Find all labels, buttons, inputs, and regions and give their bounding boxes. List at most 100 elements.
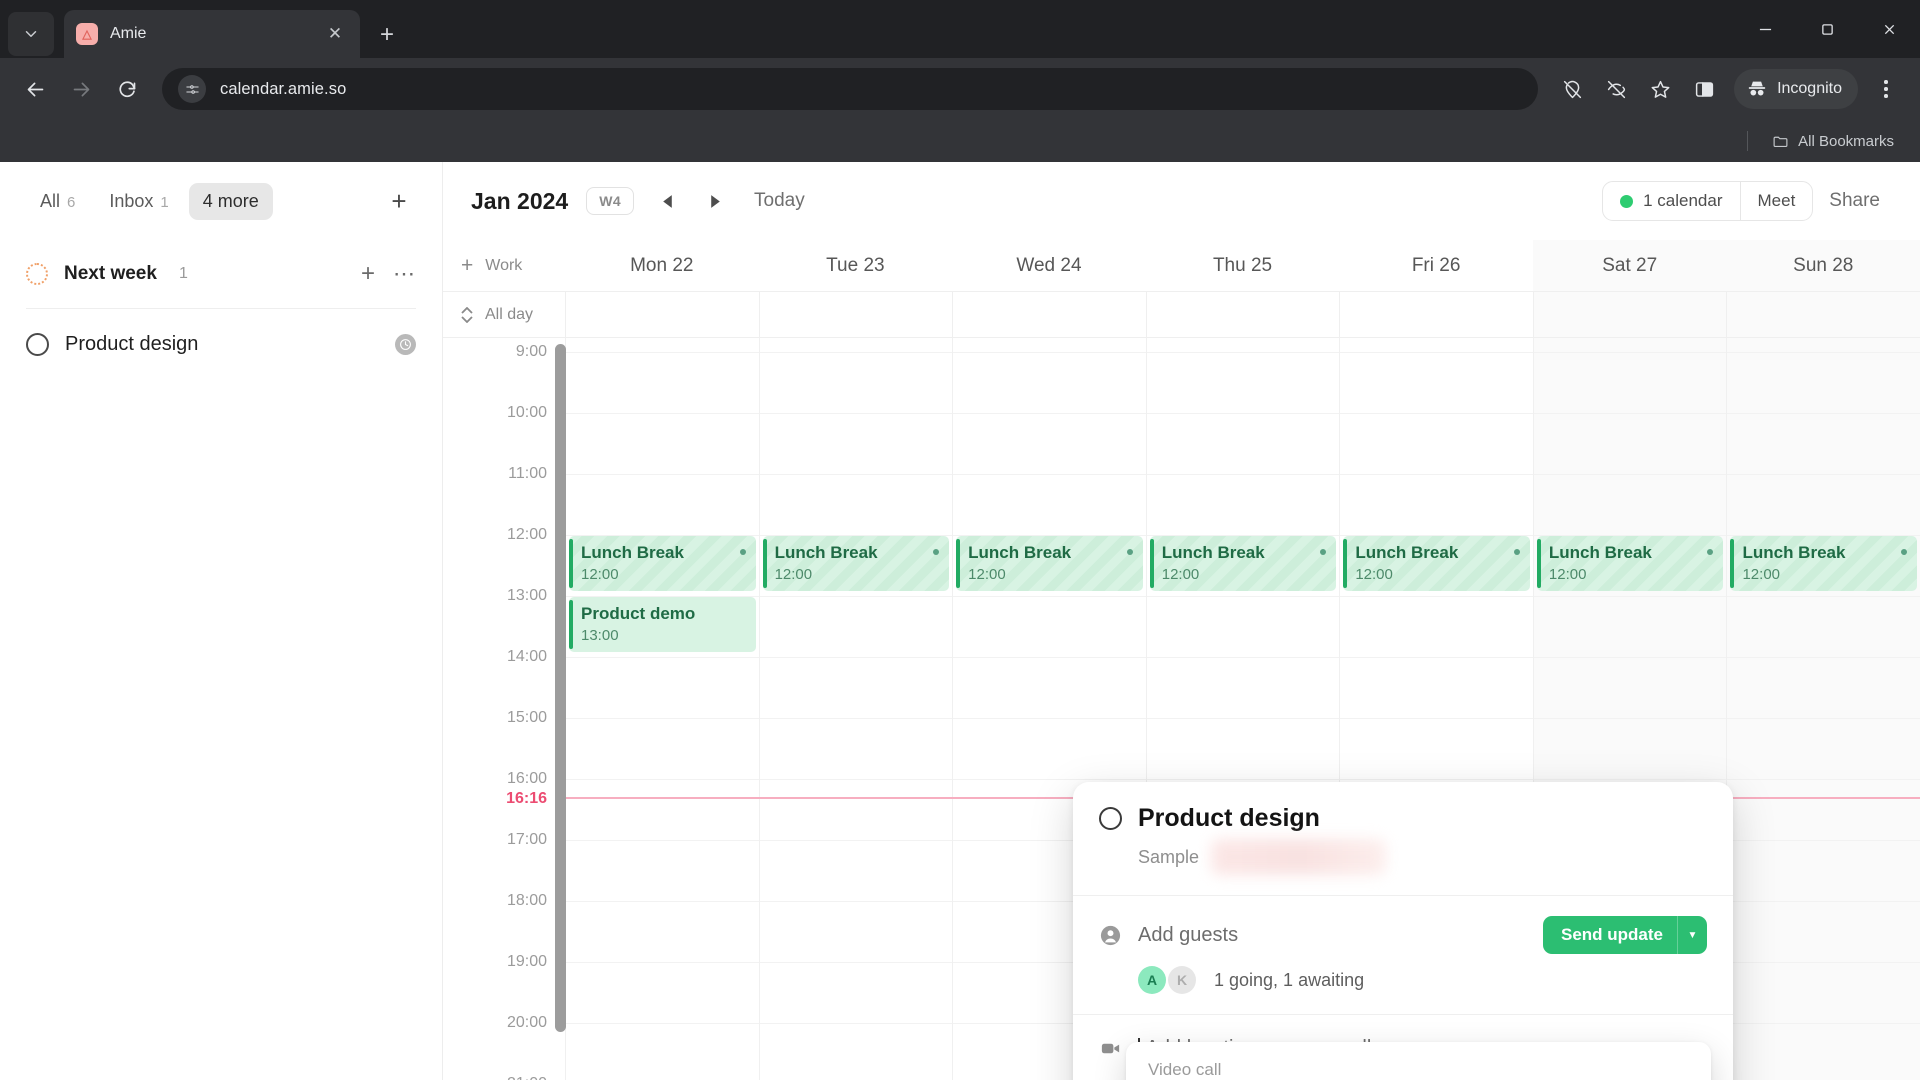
prev-week-button[interactable]	[652, 186, 682, 216]
ellipsis-icon[interactable]: ⋯	[393, 263, 416, 285]
time-label: 18:00	[506, 892, 547, 909]
day-column[interactable]: Lunch Break 12:00	[1726, 338, 1920, 1080]
share-button[interactable]: Share	[1813, 181, 1896, 221]
vertical-scrollbar[interactable]	[555, 344, 566, 1032]
new-tab-button[interactable]: +	[368, 16, 406, 54]
eye-off-icon[interactable]	[1596, 69, 1636, 109]
collapse-icon[interactable]	[461, 306, 473, 323]
site-settings-icon[interactable]	[178, 75, 206, 103]
tab-strip: △ Amie ✕ +	[0, 0, 1920, 58]
minimize-icon[interactable]	[1734, 0, 1796, 58]
meet-button[interactable]: Meet	[1739, 182, 1813, 220]
calendar-event[interactable]: Lunch Break 12:00	[1149, 536, 1337, 591]
sidebar-tab-all[interactable]: All 6	[26, 183, 89, 220]
address-bar[interactable]: calendar.amie.so	[162, 68, 1539, 110]
time-label: 19:00	[506, 953, 547, 970]
hour-line	[1727, 718, 1920, 719]
sidebar-tab-inbox[interactable]: Inbox 1	[95, 183, 182, 220]
avatar[interactable]: K	[1168, 966, 1196, 994]
calendar-selector-button[interactable]: 1 calendar	[1603, 182, 1739, 220]
kebab-menu-icon[interactable]	[1866, 69, 1906, 109]
bookmark-star-icon[interactable]	[1640, 69, 1680, 109]
today-button[interactable]: Today	[754, 190, 805, 212]
calendar-pill-group: 1 calendar Meet	[1602, 181, 1814, 221]
sidebar-tab-count: 6	[67, 193, 76, 211]
hour-line	[1340, 596, 1533, 597]
day-header-thu[interactable]: Thu 25	[1146, 240, 1340, 291]
day-header-sat[interactable]: Sat 27	[1532, 240, 1727, 291]
all-day-cell[interactable]	[1339, 292, 1533, 337]
hour-line	[566, 352, 759, 353]
hour-line	[1727, 352, 1920, 353]
all-day-cell[interactable]	[758, 292, 953, 337]
sidebar-tab-more[interactable]: 4 more	[188, 182, 273, 220]
incognito-label: Incognito	[1777, 80, 1842, 97]
calendar-event[interactable]: Product demo 13:00	[569, 597, 756, 652]
side-panel-icon[interactable]	[1684, 69, 1724, 109]
event-time: 12:00	[1161, 566, 1200, 584]
day-column[interactable]: Lunch Break 12:00 Product demo 13:00	[565, 338, 759, 1080]
next-week-button[interactable]	[700, 186, 730, 216]
all-day-cell[interactable]	[1726, 292, 1920, 337]
back-arrow-icon[interactable]	[14, 68, 56, 110]
incognito-indicator[interactable]: Incognito	[1734, 69, 1858, 109]
forward-arrow-icon[interactable]	[60, 68, 102, 110]
chevron-down-icon[interactable]: ▼	[1677, 916, 1707, 954]
calendar-event[interactable]: Lunch Break 12:00	[1343, 536, 1530, 591]
day-header-sun[interactable]: Sun 28	[1726, 240, 1920, 291]
hour-line	[566, 1023, 759, 1024]
calendar-header-actions: 1 calendar Meet Share	[1602, 181, 1896, 221]
tab-search-icon[interactable]	[8, 12, 54, 56]
window-close-icon[interactable]	[1858, 0, 1920, 58]
sidebar-group-next-week[interactable]: Next week 1 + ⋯	[0, 240, 442, 308]
calendar-event[interactable]: Lunch Break 12:00	[1730, 536, 1918, 591]
add-task-button[interactable]: +	[361, 262, 375, 286]
browser-tab[interactable]: △ Amie ✕	[64, 10, 360, 58]
all-day-cell[interactable]	[1145, 292, 1340, 337]
redacted-text	[1211, 839, 1387, 875]
hour-line	[566, 901, 759, 902]
event-title: Lunch Break	[968, 543, 1072, 562]
maximize-icon[interactable]	[1796, 0, 1858, 58]
hour-line	[953, 474, 1146, 475]
calendar-event[interactable]: Lunch Break 12:00	[1536, 536, 1724, 591]
event-title: Lunch Break	[1161, 543, 1265, 562]
day-header-wed[interactable]: Wed 24	[952, 240, 1146, 291]
add-list-button[interactable]: +	[382, 184, 416, 218]
all-day-cell[interactable]	[952, 292, 1146, 337]
day-header-tue[interactable]: Tue 23	[759, 240, 953, 291]
time-label: 17:00	[506, 831, 547, 848]
hour-line	[1340, 474, 1533, 475]
circle-checkbox[interactable]	[1099, 807, 1122, 830]
all-day-cell[interactable]	[1532, 292, 1727, 337]
share-label: Share	[1829, 190, 1880, 211]
location-blocked-icon[interactable]	[1552, 69, 1592, 109]
calendar-event[interactable]: Lunch Break 12:00	[569, 536, 756, 591]
video-camera-icon	[1099, 1037, 1122, 1060]
circle-checkbox[interactable]	[26, 332, 49, 356]
list-item[interactable]: Product design	[0, 309, 442, 379]
event-title: Lunch Break	[1742, 543, 1846, 562]
reload-icon[interactable]	[106, 68, 148, 110]
hour-line	[1340, 718, 1533, 719]
meet-label: Meet	[1757, 191, 1796, 210]
day-header-fri[interactable]: Fri 26	[1339, 240, 1533, 291]
day-column[interactable]: Lunch Break 12:00	[758, 338, 953, 1080]
hour-line	[1146, 413, 1340, 414]
add-guests-label[interactable]: Add guests	[1138, 924, 1238, 947]
hour-line	[1533, 779, 1727, 780]
calendar-event[interactable]: Lunch Break 12:00	[956, 536, 1143, 591]
hour-line	[1146, 657, 1340, 658]
divider	[1747, 131, 1749, 151]
all-bookmarks-button[interactable]: All Bookmarks	[1764, 129, 1902, 154]
day-header-mon[interactable]: Mon 22	[565, 240, 759, 291]
close-icon[interactable]: ✕	[322, 21, 348, 47]
hour-line	[566, 657, 759, 658]
avatar[interactable]: A	[1138, 966, 1166, 994]
send-update-button[interactable]: Send update ▼	[1542, 916, 1707, 954]
hour-line	[953, 718, 1146, 719]
add-work-button[interactable]: +	[461, 255, 473, 276]
calendar-event[interactable]: Lunch Break 12:00	[762, 536, 950, 591]
all-day-cell[interactable]	[565, 292, 759, 337]
week-chip[interactable]: W4	[586, 187, 635, 215]
